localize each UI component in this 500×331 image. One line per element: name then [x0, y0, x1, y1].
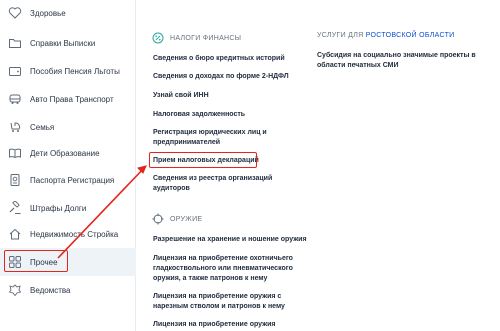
- section-finance-header: НАЛОГИ ФИНАНСЫ: [152, 32, 241, 44]
- section-title: ОРУЖИЕ: [170, 215, 203, 223]
- target-icon: [152, 213, 164, 225]
- link-weapon-license[interactable]: Лицензия на приобретение оружия: [153, 320, 275, 330]
- wallet-icon: [8, 64, 22, 78]
- sidebar-item-realestate[interactable]: Недвижимость Стройка: [0, 221, 136, 247]
- sidebar-item-label: Недвижимость Стройка: [30, 229, 119, 239]
- stroller-icon: [8, 120, 22, 134]
- folder-icon: [8, 36, 22, 50]
- grid-icon: [8, 255, 22, 269]
- sidebar-item-label: Пособия Пенсия Льготы: [30, 66, 120, 76]
- sidebar: Здоровье Справки Выписки Пособия Пенсия …: [0, 0, 136, 331]
- sidebar-item-certificates[interactable]: Справки Выписки: [0, 30, 136, 56]
- link-subsidy-line1[interactable]: Субсидия на социально значимые проекты в: [317, 51, 497, 61]
- passport-icon: [8, 173, 22, 187]
- sidebar-item-education[interactable]: Дети Образование: [0, 140, 136, 166]
- link-tax-debt[interactable]: Налоговая задолженность: [153, 110, 245, 120]
- link-2ndfl[interactable]: Сведения о доходах по форме 2-НДФЛ: [153, 72, 289, 82]
- sidebar-item-label: Прочее: [30, 257, 58, 267]
- percent-icon: [152, 32, 164, 44]
- sidebar-item-agencies[interactable]: Ведомства: [0, 277, 136, 303]
- sidebar-item-label: Дети Образование: [30, 148, 100, 158]
- link-credit-bureau[interactable]: Сведения о бюро кредитных историй: [153, 54, 285, 64]
- link-weapon-permit[interactable]: Разрешение на хранение и ношение оружия: [153, 235, 307, 245]
- sidebar-item-label: Штрафы Долги: [30, 203, 87, 213]
- link-rifled-license[interactable]: Лицензия на приобретение оружия с: [153, 292, 281, 302]
- link-rifled-license-line2[interactable]: нарезным стволом и патронов к нему: [153, 302, 285, 312]
- sidebar-item-label: Здоровье: [30, 8, 66, 18]
- sidebar-item-label: Паспорта Регистрация: [30, 175, 115, 185]
- link-auditors-registry-line2[interactable]: аудиторов: [153, 184, 190, 194]
- link-inn[interactable]: Узнай свой ИНН: [153, 91, 209, 101]
- link-hunting-license-line2[interactable]: гладкоствольного или пневматического: [153, 264, 293, 274]
- gavel-icon: [8, 201, 22, 215]
- link-hunting-license-line3[interactable]: оружия, а также патронов к нему: [153, 274, 267, 284]
- health-icon: [8, 6, 22, 20]
- link-auditors-registry[interactable]: Сведения из реестра организаций: [153, 174, 272, 184]
- region-name[interactable]: РОСТОВСКОЙ ОБЛАСТИ: [366, 32, 455, 39]
- section-title: НАЛОГИ ФИНАНСЫ: [170, 34, 242, 42]
- sidebar-item-other[interactable]: Прочее: [0, 248, 136, 276]
- link-legal-registration-line2[interactable]: предпринимателей: [153, 138, 220, 148]
- book-icon: [8, 146, 22, 160]
- link-subsidy-press[interactable]: Субсидия на социально значимые проекты в…: [317, 51, 497, 71]
- region-prefix: УСЛУГИ ДЛЯ: [317, 32, 364, 39]
- link-tax-declarations[interactable]: Прием налоговых деклараций: [153, 156, 259, 166]
- link-subsidy-line2[interactable]: области печатных СМИ: [317, 61, 497, 71]
- sidebar-item-label: Семья: [30, 122, 55, 132]
- house-icon: [8, 227, 22, 241]
- sidebar-item-transport[interactable]: Авто Права Транспорт: [0, 86, 136, 112]
- link-hunting-license[interactable]: Лицензия на приобретение охотничьего: [153, 254, 293, 264]
- section-weapons-header: ОРУЖИЕ: [152, 213, 202, 225]
- sidebar-item-passport[interactable]: Паспорта Регистрация: [0, 167, 136, 193]
- region-services: УСЛУГИ ДЛЯ РОСТОВСКОЙ ОБЛАСТИ Субсидия н…: [317, 32, 497, 71]
- sidebar-item-label: Авто Права Транспорт: [30, 94, 114, 104]
- region-header: УСЛУГИ ДЛЯ РОСТОВСКОЙ ОБЛАСТИ: [317, 32, 497, 39]
- sidebar-item-label: Ведомства: [30, 285, 71, 295]
- sidebar-item-family[interactable]: Семья: [0, 114, 136, 140]
- car-icon: [8, 92, 22, 106]
- sidebar-item-benefits[interactable]: Пособия Пенсия Льготы: [0, 58, 136, 84]
- link-legal-registration[interactable]: Регистрация юридических лиц и: [153, 128, 267, 138]
- emblem-icon: [8, 283, 22, 297]
- sidebar-item-fines[interactable]: Штрафы Долги: [0, 195, 136, 221]
- sidebar-item-label: Справки Выписки: [30, 38, 96, 48]
- sidebar-item-health[interactable]: Здоровье: [0, 0, 136, 26]
